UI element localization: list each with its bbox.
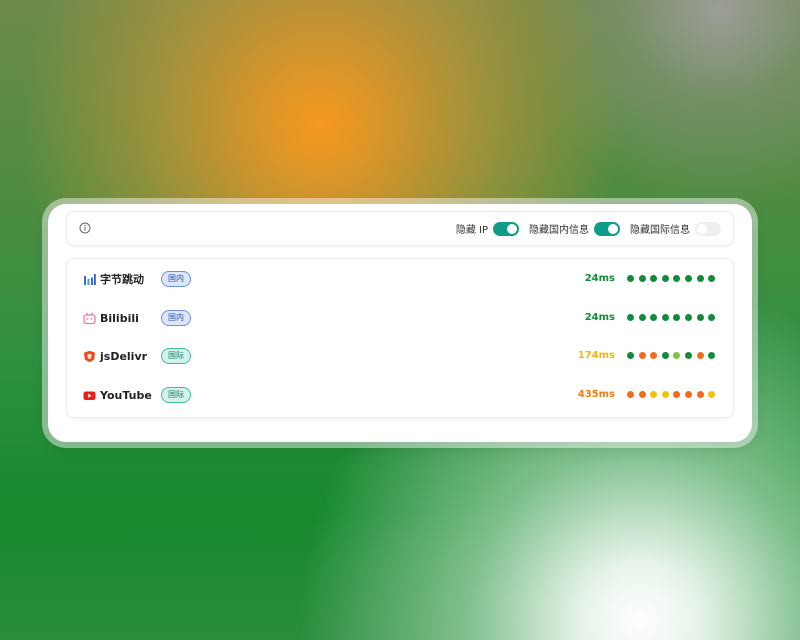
- service-list: 字节跳动 国内 24ms Bilibili 国内 24ms jsDelivr 国际 174ms Y…: [66, 258, 734, 418]
- bar-chart-icon: [84, 274, 96, 285]
- latency-dot: [708, 352, 716, 359]
- toggle-label: 隐藏国内信息: [529, 225, 589, 236]
- latency-dot: [661, 352, 669, 359]
- toggle-group-list: 隐藏 IP 隐藏国内信息 隐藏国际信息: [446, 212, 721, 245]
- toggle-switch[interactable]: [493, 221, 519, 236]
- toggle-knob: [507, 223, 517, 234]
- latency-dot: [673, 391, 681, 398]
- latency-dot: [673, 275, 681, 282]
- region-badge: 国内: [161, 310, 191, 326]
- latency-dot: [638, 391, 646, 398]
- shield-icon: [84, 350, 95, 363]
- latency-dot: [684, 391, 692, 398]
- toggle-knob: [608, 223, 618, 234]
- service-name: Bilibili: [100, 312, 139, 325]
- latency-dot: [708, 314, 716, 321]
- latency-dot: [661, 275, 669, 282]
- toggle-group: 隐藏 IP: [456, 221, 519, 236]
- latency-dot: [650, 275, 658, 282]
- service-row: YouTube 国际 435ms: [67, 381, 733, 411]
- latency-dot: [696, 314, 704, 321]
- latency-dot: [708, 391, 716, 398]
- latency-history: [627, 391, 720, 399]
- latency-dot: [627, 275, 634, 282]
- latency-dot: [650, 391, 658, 398]
- service-name: 字节跳动: [100, 273, 144, 286]
- latency-dot: [684, 314, 692, 321]
- service-name: jsDelivr: [100, 350, 148, 363]
- service-name: YouTube: [100, 389, 152, 402]
- latency-dot: [696, 352, 704, 359]
- latency-dot: [661, 314, 669, 321]
- latency-history: [627, 352, 720, 360]
- service-row: 字节跳动 国内 24ms: [67, 265, 733, 295]
- region-badge: 国内: [161, 271, 191, 287]
- region-badge: 国际: [161, 387, 191, 403]
- latency-dot: [673, 314, 681, 321]
- play-icon: [83, 391, 96, 400]
- latency-dot: [708, 275, 716, 282]
- info-circle-icon[interactable]: [79, 222, 91, 234]
- latency-history: [627, 275, 720, 283]
- toggle-switch[interactable]: [695, 221, 721, 236]
- latency-history: [627, 314, 720, 322]
- toggle-knob: [697, 223, 707, 234]
- service-row: jsDelivr 国际 174ms: [67, 342, 733, 372]
- latency-dot: [627, 352, 634, 359]
- latency-dot: [627, 391, 634, 398]
- toggle-label: 隐藏国际信息: [630, 225, 690, 236]
- tv-icon: [83, 312, 96, 325]
- toggle-switch[interactable]: [594, 221, 620, 236]
- latency-dot: [650, 314, 658, 321]
- toggle-label: 隐藏 IP: [455, 225, 488, 236]
- toggle-group: 隐藏国际信息: [630, 221, 721, 236]
- region-badge: 国际: [161, 348, 191, 364]
- latency-value: 24ms: [584, 312, 615, 323]
- latency-dot: [684, 275, 692, 282]
- latency-dot: [627, 314, 634, 321]
- latency-dot: [638, 275, 646, 282]
- settings-toolbar: 隐藏 IP 隐藏国内信息 隐藏国际信息: [66, 211, 734, 246]
- latency-dot: [696, 275, 704, 282]
- latency-value: 174ms: [577, 350, 615, 361]
- latency-dot: [684, 352, 692, 359]
- latency-dot: [650, 352, 658, 359]
- latency-dot: [661, 391, 669, 398]
- latency-dot: [673, 352, 681, 359]
- latency-dot: [638, 314, 646, 321]
- latency-dot: [638, 352, 646, 359]
- latency-value: 24ms: [584, 273, 615, 284]
- latency-dot: [696, 391, 704, 398]
- latency-value: 435ms: [577, 389, 615, 400]
- toggle-group: 隐藏国内信息: [529, 221, 620, 236]
- network-check-card: 隐藏 IP 隐藏国内信息 隐藏国际信息 字节跳动 国内 24ms Bilibili 国内 24…: [48, 204, 752, 442]
- service-row: Bilibili 国内 24ms: [67, 304, 733, 334]
